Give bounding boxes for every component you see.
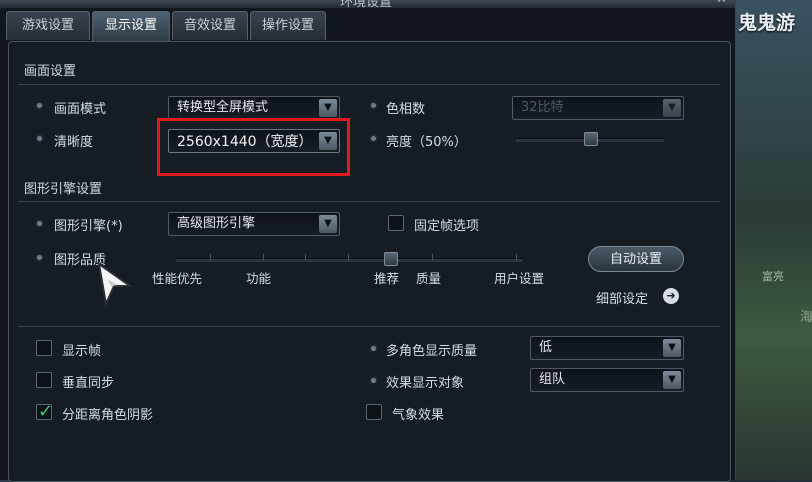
tab-sound-settings[interactable]: 音效设置 — [172, 11, 248, 40]
quality-slider-track[interactable] — [176, 258, 522, 262]
resolution-label: 清晰度 — [54, 135, 94, 150]
slider-tick — [263, 254, 264, 260]
tab-game-settings[interactable]: 游戏设置 — [6, 11, 90, 40]
bullet-icon — [37, 103, 42, 108]
distant-shadow-checkbox[interactable]: ✓ — [36, 401, 54, 422]
effect-target-select[interactable]: 组队 ▼ — [530, 368, 684, 392]
background-text: 富亮 — [762, 270, 784, 283]
engine-section-title: 图形引擎设置 — [24, 182, 103, 197]
distant-shadow-label: 分距离角色阴影 — [62, 408, 154, 423]
bullet-icon — [371, 103, 376, 108]
bullet-icon — [37, 255, 42, 260]
window-title: 环境设置 — [340, 0, 393, 8]
mouse-cursor-icon — [97, 262, 134, 308]
tab-control-settings[interactable]: 操作设置 — [250, 11, 326, 40]
fixed-frame-checkbox[interactable] — [388, 215, 404, 231]
close-icon[interactable]: ✕ — [716, 0, 727, 7]
graphics-engine-value: 高级图形引擎 — [177, 216, 256, 231]
screen-mode-value: 转换型全屏模式 — [177, 100, 269, 115]
detail-settings-link[interactable]: 细部设定 — [596, 288, 648, 307]
slider-tick — [516, 254, 517, 260]
section-divider — [18, 201, 720, 202]
bullet-icon — [371, 136, 376, 141]
slider-tick — [210, 254, 211, 260]
show-fps-checkbox[interactable] — [36, 340, 52, 356]
title-bar[interactable]: 环境设置 ✕ — [0, 0, 735, 8]
quality-tick-label: 推荐 — [374, 271, 400, 286]
chevron-down-icon[interactable]: ▼ — [663, 339, 681, 357]
slider-tick — [305, 254, 306, 260]
tab-display-settings[interactable]: 显示设置 — [92, 11, 170, 41]
background-text-2: 海 — [800, 310, 812, 325]
weather-effect-label: 气象效果 — [392, 408, 445, 423]
settings-window: 环境设置 ✕ 游戏设置 显示设置 音效设置 操作设置 画面设置 画面模式 转换型… — [0, 0, 736, 482]
brightness-slider-thumb[interactable] — [584, 132, 598, 146]
vsync-label: 垂直同步 — [62, 376, 115, 391]
effect-target-value: 组队 — [539, 372, 566, 387]
game-background — [735, 0, 812, 480]
bullet-icon — [37, 136, 42, 141]
bullet-icon — [371, 346, 376, 351]
fixed-frame-label: 固定帧选项 — [414, 219, 480, 234]
quality-slider-thumb[interactable] — [384, 252, 398, 266]
arrow-right-icon[interactable]: ➜ — [663, 288, 679, 304]
checkmark-icon: ✓ — [38, 401, 54, 422]
multi-character-quality-label: 多角色显示质量 — [386, 344, 478, 359]
quality-tick-label: 功能 — [246, 271, 272, 286]
effect-target-label: 效果显示对象 — [386, 376, 465, 391]
background-title: 鬼鬼游 — [738, 12, 796, 34]
multi-character-quality-select[interactable]: 低 ▼ — [530, 336, 684, 360]
slider-tick — [348, 254, 349, 260]
quality-tick-label: 质量 — [416, 271, 442, 286]
chevron-down-icon[interactable]: ▼ — [319, 99, 337, 117]
screen-mode-label: 画面模式 — [54, 102, 107, 117]
brightness-label: 亮度（50%） — [386, 135, 467, 150]
weather-effect-checkbox[interactable] — [366, 404, 382, 420]
auto-setting-button[interactable]: 自动设置 — [588, 246, 684, 272]
slider-tick — [432, 254, 433, 260]
quality-tick-label: 用户设置 — [494, 271, 545, 286]
screen-mode-select[interactable]: 转换型全屏模式 ▼ — [168, 96, 340, 120]
quality-tick-label: 性能优先 — [152, 271, 203, 286]
bullet-icon — [37, 221, 42, 226]
chevron-down-icon[interactable]: ▼ — [319, 215, 337, 233]
multi-character-quality-value: 低 — [539, 340, 553, 355]
color-depth-select[interactable]: 32比特 ▼ — [512, 96, 684, 120]
graphics-engine-label: 图形引擎(*) — [54, 219, 123, 234]
color-depth-label: 色相数 — [386, 102, 426, 117]
show-fps-label: 显示帧 — [62, 344, 102, 359]
graphics-engine-select[interactable]: 高级图形引擎 ▼ — [168, 212, 340, 236]
screen-section-title: 画面设置 — [24, 64, 77, 79]
vsync-checkbox[interactable] — [36, 372, 52, 388]
bullet-icon — [371, 378, 376, 383]
chevron-down-icon[interactable]: ▼ — [663, 371, 681, 389]
section-divider — [18, 326, 720, 327]
section-divider — [18, 84, 720, 85]
chevron-down-icon[interactable]: ▼ — [663, 99, 681, 117]
red-highlight-box — [157, 118, 350, 176]
color-depth-value: 32比特 — [521, 100, 564, 115]
